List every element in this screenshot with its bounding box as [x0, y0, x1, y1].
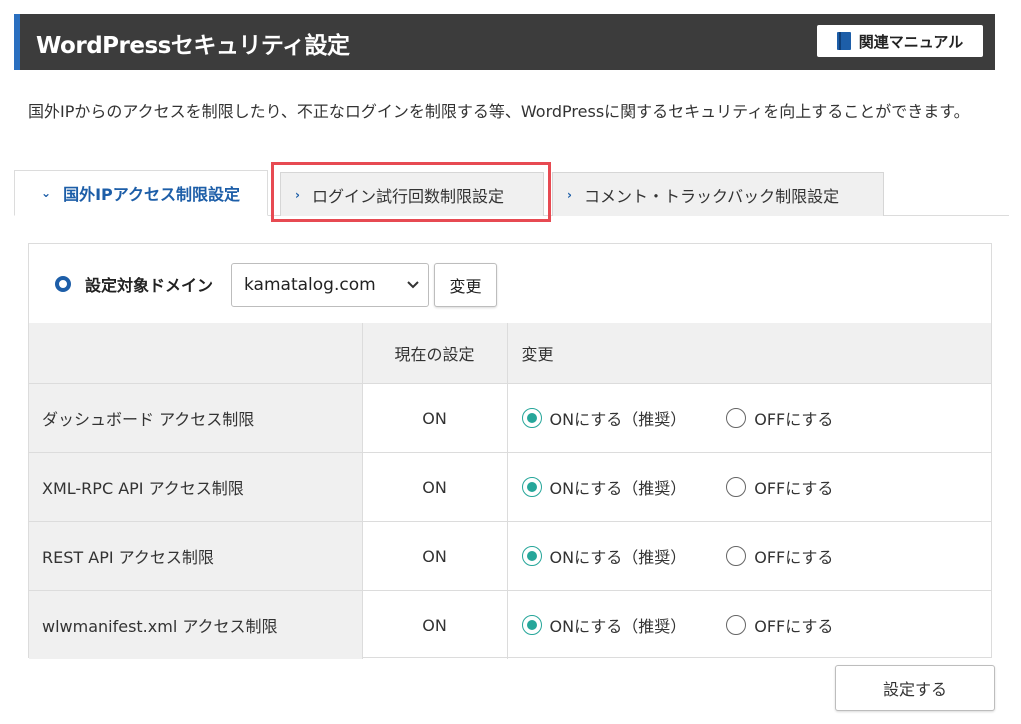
- settings-panel: 設定対象ドメイン kamatalog.com 変更 現在の設定 変更 ダッシュボ…: [28, 243, 992, 659]
- setting-name: ダッシュボード アクセス制限: [29, 383, 363, 453]
- change-options: ONにする（推奨） OFFにする: [507, 452, 992, 522]
- radio-group: ONにする（推奨） OFFにする: [521, 406, 992, 430]
- radio-group: ONにする（推奨） OFFにする: [521, 613, 992, 637]
- chevron-right-icon: ›: [567, 187, 572, 202]
- radio-button-unchecked[interactable]: [726, 546, 747, 566]
- radio-off-label: OFFにする: [754, 617, 834, 636]
- page-header: WordPressセキュリティ設定 関連マニュアル: [14, 14, 995, 70]
- tab-foreign-ip-restriction[interactable]: ⌄ 国外IPアクセス制限設定: [14, 170, 268, 216]
- radio-on-label: ONにする（推奨）: [549, 548, 687, 567]
- radio-button-unchecked[interactable]: [726, 615, 747, 635]
- tab-label: 国外IPアクセス制限設定: [63, 185, 240, 204]
- current-value: ON: [362, 590, 508, 659]
- tab-login-attempt-limit[interactable]: › ログイン試行回数制限設定: [280, 172, 544, 216]
- book-icon: [836, 32, 851, 50]
- header-current-setting: 現在の設定: [362, 323, 508, 384]
- chevron-down-icon: [407, 281, 419, 289]
- current-value: ON: [362, 521, 508, 591]
- change-options: ONにする（推奨） OFFにする: [507, 383, 992, 453]
- domain-select[interactable]: kamatalog.com: [231, 263, 429, 307]
- radio-on-option[interactable]: ONにする（推奨）: [521, 544, 687, 568]
- radio-on-label: ONにする（推奨）: [549, 410, 687, 429]
- settings-table: 現在の設定 変更 ダッシュボード アクセス制限 ON ONにする（推奨） OFF…: [29, 323, 991, 659]
- change-domain-button[interactable]: 変更: [434, 263, 497, 307]
- radio-group: ONにする（推奨） OFFにする: [521, 475, 992, 499]
- radio-group: ONにする（推奨） OFFにする: [521, 544, 992, 568]
- radio-off-label: OFFにする: [754, 479, 834, 498]
- radio-button-checked[interactable]: [521, 408, 542, 428]
- tab-label: コメント・トラックバック制限設定: [583, 186, 840, 206]
- change-options: ONにする（推奨） OFFにする: [507, 591, 991, 660]
- radio-off-option[interactable]: OFFにする: [726, 406, 833, 430]
- domain-row: 設定対象ドメイン kamatalog.com 変更: [29, 244, 991, 324]
- radio-on-label: ONにする（推奨）: [549, 617, 687, 636]
- tab-comment-trackback-limit[interactable]: › コメント・トラックバック制限設定: [552, 172, 884, 216]
- radio-on-option[interactable]: ONにする（推奨）: [521, 406, 687, 430]
- header-cell: [29, 323, 363, 384]
- radio-on-option[interactable]: ONにする（推奨）: [521, 613, 687, 637]
- submit-settings-button[interactable]: 設定する: [835, 665, 995, 711]
- header-change: 変更: [507, 323, 991, 384]
- tab-label: ログイン試行回数制限設定: [311, 186, 504, 206]
- radio-on-option[interactable]: ONにする（推奨）: [521, 475, 687, 499]
- page-description: 国外IPからのアクセスを制限したり、不正なログインを制限する等、WordPres…: [28, 102, 970, 121]
- table-row: ダッシュボード アクセス制限 ON ONにする（推奨） OFFにする: [29, 383, 992, 453]
- radio-on-label: ONにする（推奨）: [549, 479, 687, 498]
- radio-button-unchecked[interactable]: [726, 477, 747, 497]
- chevron-down-icon: ⌄: [41, 186, 52, 200]
- change-options: ONにする（推奨） OFFにする: [507, 521, 992, 591]
- current-value: ON: [362, 452, 508, 522]
- chevron-right-icon: ›: [295, 187, 300, 202]
- setting-name: XML-RPC API アクセス制限: [29, 452, 363, 522]
- related-manual-label: 関連マニュアル: [858, 32, 964, 51]
- domain-select-value: kamatalog.com: [244, 275, 376, 295]
- radio-button-checked[interactable]: [521, 615, 542, 635]
- related-manual-button[interactable]: 関連マニュアル: [817, 25, 983, 57]
- radio-off-option[interactable]: OFFにする: [726, 544, 833, 568]
- table-row: XML-RPC API アクセス制限 ON ONにする（推奨） OFFにする: [29, 452, 992, 522]
- circle-icon: [55, 276, 71, 292]
- radio-off-label: OFFにする: [754, 548, 834, 567]
- setting-name: REST API アクセス制限: [29, 521, 363, 591]
- setting-name: wlwmanifest.xml アクセス制限: [29, 590, 363, 659]
- table-row: REST API アクセス制限 ON ONにする（推奨） OFFにする: [29, 521, 992, 591]
- table-row: wlwmanifest.xml アクセス制限 ON ONにする（推奨） OFFに…: [29, 590, 991, 660]
- current-value: ON: [362, 383, 508, 453]
- domain-label: 設定対象ドメイン: [85, 276, 214, 295]
- radio-button-checked[interactable]: [521, 477, 542, 497]
- table-header-row: 現在の設定 変更: [29, 323, 991, 384]
- radio-off-label: OFFにする: [754, 410, 834, 429]
- page-title: WordPressセキュリティ設定: [36, 33, 350, 59]
- radio-off-option[interactable]: OFFにする: [726, 475, 833, 499]
- radio-button-unchecked[interactable]: [726, 408, 747, 428]
- radio-off-option[interactable]: OFFにする: [726, 613, 833, 637]
- radio-button-checked[interactable]: [521, 546, 542, 566]
